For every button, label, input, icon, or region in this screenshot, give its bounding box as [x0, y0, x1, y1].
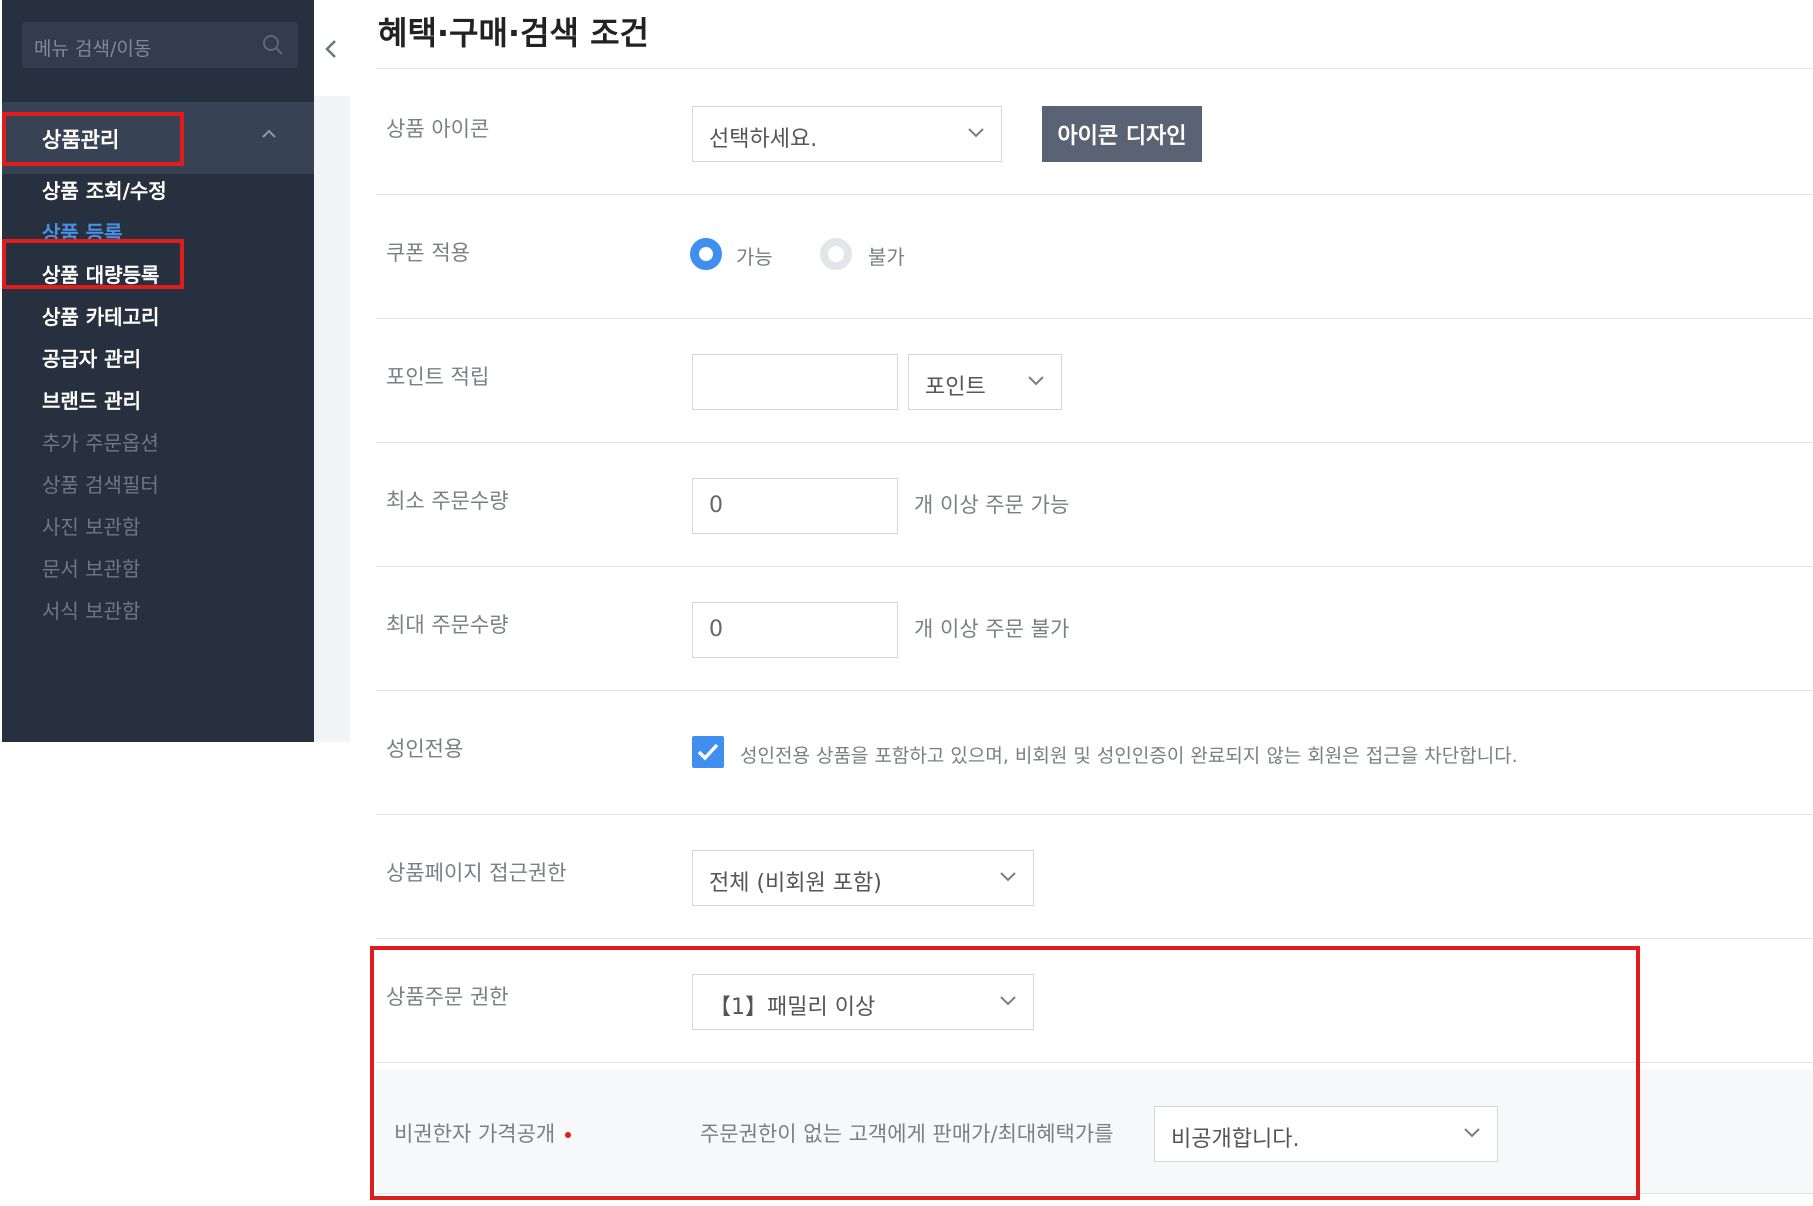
row-label: 포인트 적립: [386, 365, 490, 389]
highlight-box-group: [2, 112, 184, 166]
sidebar-item-document-storage[interactable]: 문서 보관함: [42, 553, 140, 582]
sidebar-item-product-list[interactable]: 상품 조회/수정: [42, 175, 167, 204]
page-access-select[interactable]: 전체 (비회원 포함): [692, 850, 1034, 906]
page-access-value: 전체 (비회원 포함): [709, 871, 882, 896]
highlight-box-order-permission: [370, 946, 1640, 1200]
coupon-radio-no[interactable]: [820, 238, 852, 270]
max-quantity-value: 0: [709, 617, 723, 642]
search-icon[interactable]: [262, 34, 284, 56]
row-max-quantity: 최대 주문수량 0 개 이상 주문 불가: [376, 567, 1813, 691]
row-product-icon: 상품 아이콘 선택하세요. 아이콘 디자인: [376, 71, 1813, 195]
sidebar-item-template-storage[interactable]: 서식 보관함: [42, 595, 140, 624]
row-label: 쿠폰 적용: [386, 241, 470, 265]
icon-design-button[interactable]: 아이콘 디자인: [1042, 106, 1202, 162]
row-label: 최소 주문수량: [386, 489, 509, 513]
section-title: 혜택·구매·검색 조건: [378, 14, 649, 52]
icon-select[interactable]: 선택하세요.: [692, 106, 1002, 162]
row-adult-only: 성인전용 성인전용 상품을 포함하고 있으며, 비회원 및 성인인증이 완료되지…: [376, 691, 1813, 815]
chevron-down-icon: [968, 128, 984, 138]
highlight-box-register: [2, 239, 184, 289]
points-unit-select[interactable]: 포인트: [908, 354, 1062, 410]
chevron-left-icon: [325, 40, 336, 58]
sidebar-collapse-button[interactable]: [314, 0, 350, 96]
collapse-strip: [314, 0, 350, 742]
max-quantity-input[interactable]: 0: [692, 602, 898, 658]
coupon-radio-yes-label: 가능: [736, 245, 773, 269]
chevron-down-icon: [1000, 872, 1016, 882]
adult-only-description: 성인전용 상품을 포함하고 있으며, 비회원 및 성인인증이 완료되지 않는 회…: [740, 745, 1518, 767]
row-label: 최대 주문수량: [386, 613, 509, 637]
sidebar-item-order-option[interactable]: 추가 주문옵션: [42, 427, 159, 456]
coupon-radio-yes[interactable]: [690, 238, 722, 270]
sidebar-item-photo-storage[interactable]: 사진 보관함: [42, 511, 140, 540]
row-label: 성인전용: [386, 737, 464, 761]
title-divider: [376, 68, 1813, 69]
chevron-down-icon: [1028, 376, 1044, 386]
row-label: 상품페이지 접근권한: [386, 861, 567, 885]
min-quantity-value: 0: [709, 493, 723, 518]
max-quantity-suffix: 개 이상 주문 불가: [914, 617, 1070, 641]
row-coupon: 쿠폰 적용 가능 불가: [376, 195, 1813, 319]
min-quantity-suffix: 개 이상 주문 가능: [914, 493, 1070, 517]
row-label: 상품 아이콘: [386, 117, 490, 141]
adult-only-checkbox[interactable]: [692, 736, 724, 768]
sidebar-item-search-filter[interactable]: 상품 검색필터: [42, 469, 159, 498]
row-page-access: 상품페이지 접근권한 전체 (비회원 포함): [376, 815, 1813, 939]
chevron-up-icon[interactable]: [260, 128, 278, 140]
points-unit-value: 포인트: [925, 375, 986, 400]
sidebar-item-category[interactable]: 상품 카테고리: [42, 301, 159, 330]
coupon-radio-no-label: 불가: [868, 245, 905, 269]
points-input[interactable]: [692, 354, 898, 410]
menu-search-input[interactable]: 메뉴 검색/이동: [22, 22, 298, 68]
min-quantity-input[interactable]: 0: [692, 478, 898, 534]
sidebar-item-brand[interactable]: 브랜드 관리: [42, 385, 141, 414]
sidebar-item-supplier[interactable]: 공급자 관리: [42, 343, 141, 372]
checkmark-icon: [697, 743, 719, 761]
row-min-quantity: 최소 주문수량 0 개 이상 주문 가능: [376, 443, 1813, 567]
icon-select-value: 선택하세요.: [709, 127, 818, 152]
row-points: 포인트 적립 포인트: [376, 319, 1813, 443]
menu-search-placeholder: 메뉴 검색/이동: [34, 38, 152, 60]
